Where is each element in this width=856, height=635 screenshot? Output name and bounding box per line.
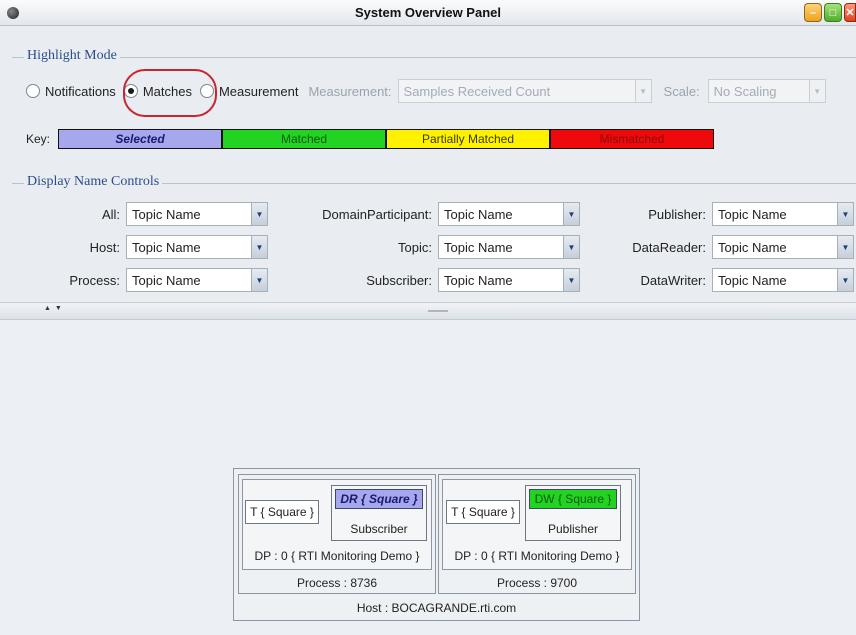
domain-participant-label: DomainParticipant: bbox=[322, 207, 432, 222]
chevron-down-icon[interactable]: ▼ bbox=[837, 236, 853, 258]
subscriber-select[interactable]: Topic Name ▼ bbox=[438, 268, 580, 292]
publisher-select-value: Topic Name bbox=[718, 206, 787, 222]
radio-notifications-label: Notifications bbox=[45, 83, 116, 99]
subscriber-label: Subscriber: bbox=[366, 273, 432, 288]
collapse-expand-arrows-icon[interactable]: ▲ ▼ bbox=[44, 305, 63, 312]
topic-box-label: T { Square } bbox=[451, 505, 515, 519]
dp-label-text: DP : 0 { RTI Monitoring Demo } bbox=[454, 549, 620, 563]
host-select[interactable]: Topic Name ▼ bbox=[126, 235, 268, 259]
chevron-down-icon[interactable]: ▼ bbox=[808, 80, 825, 102]
topic-box[interactable]: T { Square } bbox=[245, 500, 319, 524]
chevron-down-icon[interactable]: ▼ bbox=[837, 203, 853, 225]
datareader-tag[interactable]: DR { Square } bbox=[335, 489, 423, 509]
datareader-select[interactable]: Topic Name ▼ bbox=[712, 235, 854, 259]
highlight-mode-title: Highlight Mode bbox=[24, 48, 120, 64]
all-select-value: Topic Name bbox=[132, 206, 201, 222]
chevron-down-icon[interactable]: ▼ bbox=[251, 203, 267, 225]
radio-measurement-label: Measurement bbox=[218, 83, 299, 99]
topic-label: Topic: bbox=[398, 240, 432, 255]
datareader-label: DataReader: bbox=[632, 240, 706, 255]
color-key: Key: Selected Matched Partially Matched … bbox=[26, 128, 715, 150]
process-label: Process: bbox=[69, 273, 120, 288]
topic-box-label: T { Square } bbox=[250, 505, 314, 519]
key-label: Key: bbox=[26, 132, 51, 146]
key-matched: Matched bbox=[222, 129, 387, 149]
datawriter-select-value: Topic Name bbox=[718, 272, 787, 288]
chevron-down-icon[interactable]: ▼ bbox=[563, 269, 579, 291]
split-pane-divider[interactable]: ▲ ▼ bbox=[0, 302, 856, 320]
all-select[interactable]: Topic Name ▼ bbox=[126, 202, 268, 226]
close-button[interactable]: ✕ bbox=[844, 3, 856, 22]
domain-participant-select-value: Topic Name bbox=[444, 206, 513, 222]
dp-label-text: DP : 0 { RTI Monitoring Demo } bbox=[254, 549, 420, 563]
maximize-button[interactable]: □ bbox=[824, 3, 842, 22]
chevron-down-icon[interactable]: ▼ bbox=[563, 236, 579, 258]
chevron-down-icon[interactable]: ▼ bbox=[837, 269, 853, 291]
host-label-text: Host : BOCAGRANDE.rti.com bbox=[356, 601, 517, 615]
minimize-button[interactable]: – bbox=[804, 3, 822, 22]
host-label: Host: bbox=[89, 240, 120, 255]
publisher-label: Publisher: bbox=[648, 207, 706, 222]
publisher-box[interactable]: DW { Square } Publisher bbox=[525, 485, 621, 541]
chevron-down-icon[interactable]: ▼ bbox=[251, 236, 267, 258]
process-select-value: Topic Name bbox=[132, 272, 201, 288]
topic-select[interactable]: Topic Name ▼ bbox=[438, 235, 580, 259]
key-selected: Selected bbox=[58, 129, 223, 149]
maximize-icon: □ bbox=[829, 6, 837, 19]
window-controls: – □ ✕ bbox=[804, 3, 856, 22]
process-label-text: Process : 8736 bbox=[296, 576, 378, 590]
display-name-controls-title: Display Name Controls bbox=[24, 174, 163, 190]
process-label-text: Process : 9700 bbox=[496, 576, 578, 590]
subscriber-box[interactable]: DR { Square } Subscriber bbox=[331, 485, 427, 541]
matches-highlight-annotation bbox=[123, 69, 217, 117]
datawriter-tag[interactable]: DW { Square } bbox=[529, 489, 617, 509]
process-select[interactable]: Topic Name ▼ bbox=[126, 268, 268, 292]
scale-label: Scale: bbox=[663, 83, 700, 99]
scale-select[interactable]: No Scaling ▼ bbox=[707, 79, 826, 103]
publisher-select[interactable]: Topic Name ▼ bbox=[712, 202, 854, 226]
close-icon: ✕ bbox=[845, 7, 855, 19]
measurement-select[interactable]: Samples Received Count ▼ bbox=[397, 79, 652, 103]
chevron-down-icon[interactable]: ▼ bbox=[251, 269, 267, 291]
radio-notifications-indicator[interactable] bbox=[26, 84, 40, 98]
subscriber-select-value: Topic Name bbox=[444, 272, 513, 288]
key-partially-matched: Partially Matched bbox=[386, 129, 551, 149]
title-bar: System Overview Panel – □ ✕ bbox=[0, 0, 856, 26]
measurement-select-value: Samples Received Count bbox=[403, 83, 551, 99]
key-mismatched: Mismatched bbox=[550, 129, 715, 149]
scale-select-value: No Scaling bbox=[713, 83, 777, 99]
datawriter-select[interactable]: Topic Name ▼ bbox=[712, 268, 854, 292]
datareader-select-value: Topic Name bbox=[718, 239, 787, 255]
measurement-label: Measurement: bbox=[308, 83, 392, 99]
datawriter-label: DataWriter: bbox=[640, 273, 707, 288]
radio-notifications[interactable]: Notifications bbox=[26, 84, 116, 99]
app-icon[interactable] bbox=[7, 7, 19, 19]
splitter-grip-icon[interactable] bbox=[428, 310, 448, 312]
chevron-down-icon[interactable]: ▼ bbox=[634, 80, 651, 102]
host-select-value: Topic Name bbox=[132, 239, 201, 255]
chevron-down-icon[interactable]: ▼ bbox=[563, 203, 579, 225]
topic-box[interactable]: T { Square } bbox=[446, 500, 520, 524]
subscriber-name: Subscriber bbox=[350, 522, 408, 536]
all-label: All: bbox=[101, 207, 120, 222]
domain-participant-select[interactable]: Topic Name ▼ bbox=[438, 202, 580, 226]
publisher-name: Publisher bbox=[547, 522, 599, 536]
minimize-icon: – bbox=[809, 6, 817, 19]
window-title: System Overview Panel bbox=[355, 5, 501, 20]
topic-select-value: Topic Name bbox=[444, 239, 513, 255]
